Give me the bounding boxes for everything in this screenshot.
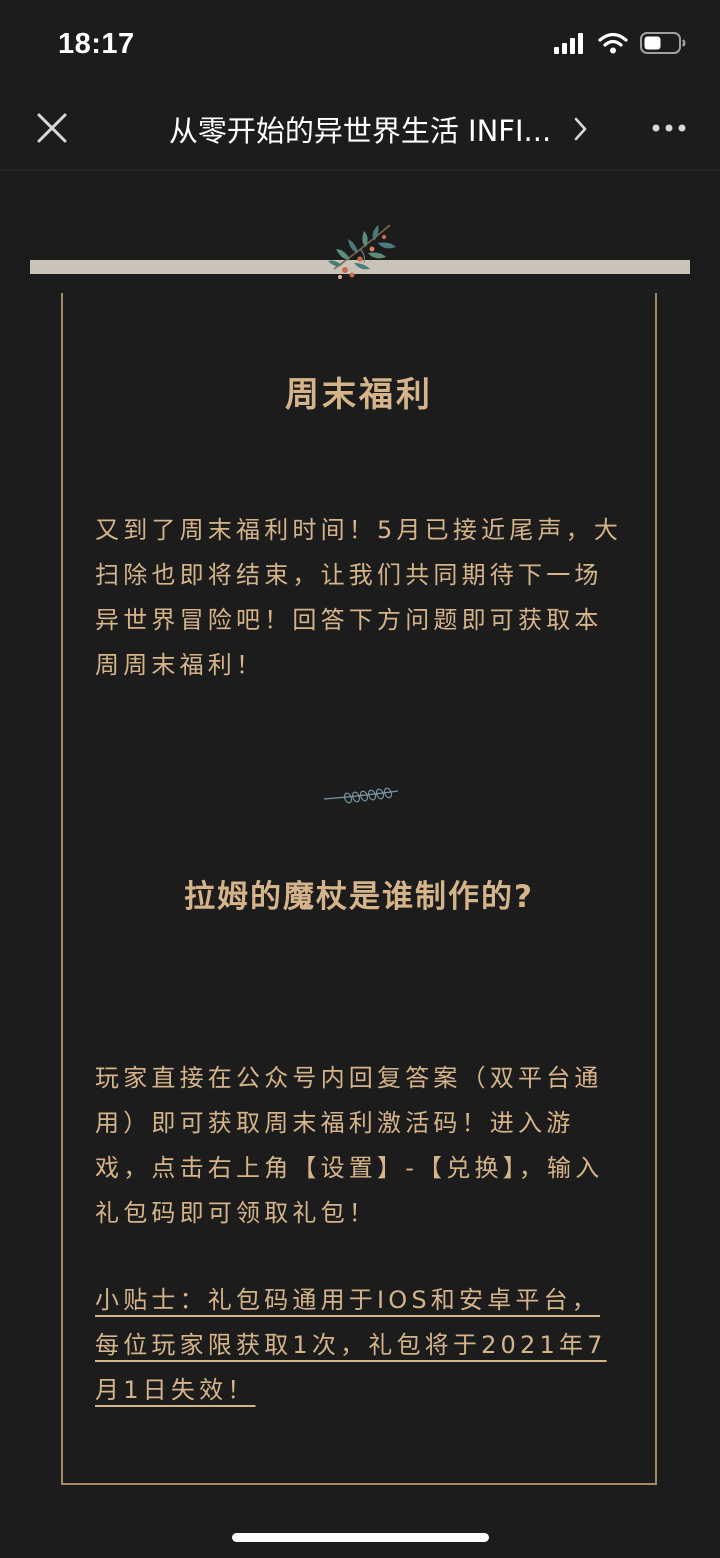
wifi-icon (598, 32, 628, 54)
nav-title[interactable]: 从零开始的异世界生活 INFI... (110, 108, 610, 150)
more-dots-icon[interactable] (652, 118, 686, 138)
article-title: 周末福利 (285, 375, 433, 415)
status-icons (554, 32, 686, 54)
status-time: 18:17 (58, 28, 135, 60)
close-icon[interactable] (36, 112, 68, 144)
article-content: 周末福利 又到了周末福利时间！5月已接近尾声，大扫除也即将结束，让我们共同期待下… (0, 171, 720, 1558)
instructions-paragraph: 玩家直接在公众号内回复答案（双平台通用）即可获取周末福利激活码！进入游戏，点击右… (95, 1064, 604, 1227)
battery-icon (640, 32, 686, 54)
home-indicator[interactable] (232, 1533, 489, 1542)
chevron-right-icon[interactable] (573, 116, 589, 142)
nav-bar: 从零开始的异世界生活 INFI... (0, 86, 720, 171)
intro-paragraph: 又到了周末福利时间！5月已接近尾声，大扫除也即将结束，让我们共同期待下一场异世界… (95, 516, 623, 679)
status-bar: 18:17 (0, 0, 720, 86)
sprig-decoration-icon (328, 224, 396, 279)
tip-paragraph: 小贴士：礼包码通用于IOS和安卓平台，每位玩家限获取1次，礼包将于2021年7月… (95, 1286, 607, 1404)
question-heading: 拉姆的魔杖是谁制作的? (184, 879, 534, 915)
fern-divider-icon (323, 787, 399, 804)
cellular-signal-icon (554, 33, 583, 54)
